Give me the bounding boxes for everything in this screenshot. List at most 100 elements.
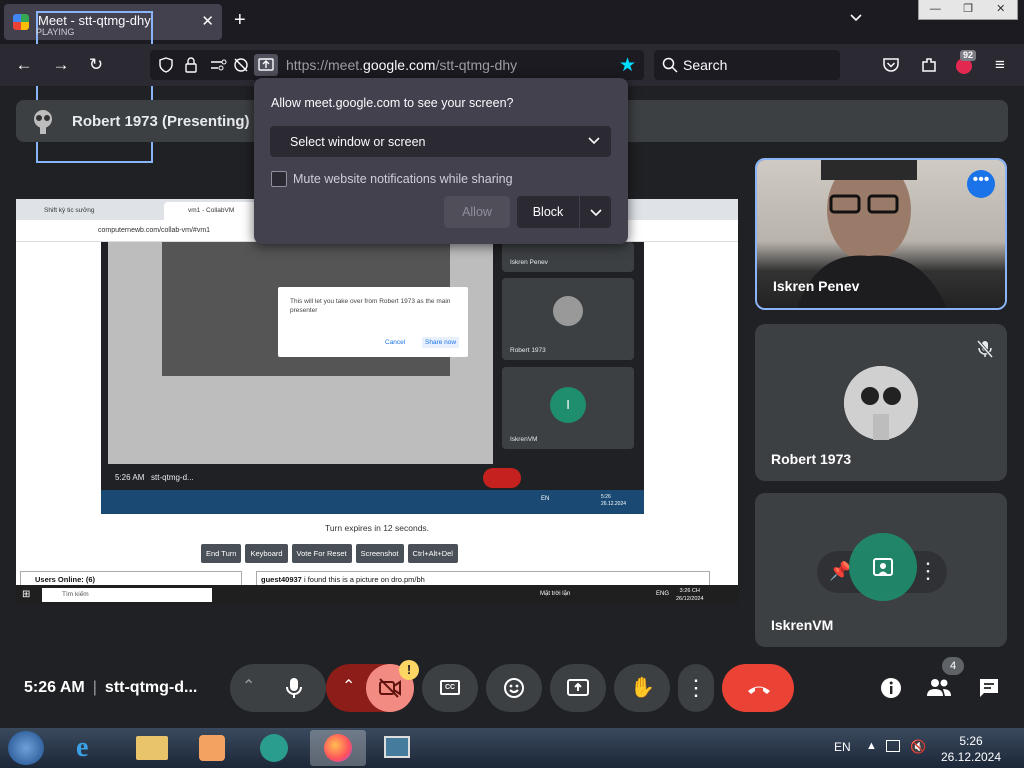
ctrl-alt-del-button: Ctrl+Alt+Del xyxy=(407,544,458,563)
close-tab-icon[interactable]: ✕ xyxy=(201,12,214,30)
media-player-icon[interactable] xyxy=(188,730,236,766)
meeting-info: 5:26 AM | stt-qtmg-d... xyxy=(24,679,198,696)
more-vert-icon: ⋮ xyxy=(685,675,707,700)
back-icon[interactable]: ← xyxy=(14,55,34,75)
block-button[interactable]: Block xyxy=(517,196,579,228)
captions-button[interactable]: CC xyxy=(422,664,478,712)
visual-effects-icon[interactable] xyxy=(871,555,895,579)
vm-time: 5:26 AM stt-qtmg-d... xyxy=(115,473,194,482)
extensions-icon[interactable] xyxy=(920,56,938,74)
shared-url: computernewb.com/collab-vm/#vm1 xyxy=(98,227,211,234)
select-value: Select window or screen xyxy=(290,135,426,149)
start-button[interactable] xyxy=(8,731,44,765)
file-explorer-icon[interactable] xyxy=(128,730,176,766)
keyboard-button: Keyboard xyxy=(245,544,288,563)
window-close-icon[interactable]: ✕ xyxy=(984,0,1017,19)
pocket-icon[interactable] xyxy=(882,57,900,73)
mute-notifications-label[interactable]: Mute website notifications while sharing xyxy=(293,172,513,186)
participant-name: Iskren Penev xyxy=(773,278,860,294)
shared-windows-logo-icon: ⊞ xyxy=(22,589,31,600)
lock-icon[interactable] xyxy=(184,57,198,73)
more-options-button[interactable]: ••• xyxy=(967,170,995,198)
url-bar[interactable]: https://meet.google.com/stt-qtmg-dhy ★ xyxy=(150,50,644,80)
clock-date: 26.12.2024 xyxy=(940,750,1002,764)
search-box[interactable]: Search xyxy=(654,50,840,80)
shared-clock: 3:26 CH 26/12/2024 xyxy=(676,588,704,602)
extension-badge: 92 xyxy=(960,50,977,61)
shared-windows-taskbar: ⊞ Tìm kiếm Mặt trời lặn ENG 3:26 CH 26/1… xyxy=(16,585,738,605)
bookmark-star-icon[interactable]: ★ xyxy=(619,54,636,77)
participant-tile-iskren-penev[interactable]: ••• Iskren Penev xyxy=(755,158,1007,310)
mic-off-icon xyxy=(977,340,993,358)
shared-tab-1: Shift kỳ tic sưởng xyxy=(44,207,95,214)
robert-avatar xyxy=(844,366,918,440)
allow-button[interactable]: Allow xyxy=(444,196,510,228)
permissions-icon[interactable] xyxy=(210,58,228,72)
share-confirm-dialog: This will let you take over from Robert … xyxy=(278,287,468,357)
leave-call-button[interactable] xyxy=(722,664,794,712)
browser-tab-meet[interactable]: Meet - stt-qtmg-dhy PLAYING ✕ xyxy=(4,4,222,163)
camera-warning-badge: ! xyxy=(399,660,419,680)
reactions-button[interactable] xyxy=(486,664,542,712)
chevron-down-icon xyxy=(588,137,600,145)
internet-explorer-icon[interactable]: e xyxy=(66,730,114,766)
end-call-icon xyxy=(748,686,770,694)
shared-weather: Mặt trời lặn xyxy=(540,591,571,597)
volume-muted-icon[interactable]: 🔇 xyxy=(910,739,926,755)
chevron-down-icon xyxy=(590,209,602,217)
vm-end-call-button xyxy=(483,468,521,488)
more-options-button[interactable]: ⋮ xyxy=(678,664,714,712)
meet-control-bar: 5:26 AM | stt-qtmg-d... ⌃ ⌃ ! CC ✋ ⋮ 4 xyxy=(0,655,1024,727)
camera-blocked-icon[interactable] xyxy=(232,57,250,73)
hand-icon: ✋ xyxy=(630,677,655,699)
raise-hand-button[interactable]: ✋ xyxy=(614,664,670,712)
mute-notifications-checkbox[interactable] xyxy=(271,171,287,187)
vm-tile-iskren: Iskren Penev xyxy=(502,242,634,272)
window-select-dropdown[interactable]: Select window or screen xyxy=(270,126,611,157)
list-all-tabs-icon[interactable] xyxy=(848,10,864,26)
hamburger-menu-icon[interactable]: ≡ xyxy=(990,55,1010,75)
block-options-dropdown[interactable] xyxy=(580,196,611,228)
minimize-icon[interactable]: — xyxy=(919,0,952,19)
remote-desktop-icon[interactable] xyxy=(372,730,420,766)
presenter-label: Robert 1973 (Presenting) xyxy=(72,113,250,130)
more-vert-icon[interactable]: ⋮ xyxy=(917,558,939,584)
captions-icon: CC xyxy=(440,680,460,695)
shared-lang: ENG xyxy=(656,591,670,597)
dialog-cancel-button: Cancel xyxy=(385,339,406,346)
screen-share-request-icon[interactable] xyxy=(254,54,278,76)
show-hidden-icons-icon[interactable]: ▲ xyxy=(866,740,877,752)
firefox-icon[interactable] xyxy=(310,730,366,766)
present-icon xyxy=(567,679,589,696)
url-text: https://meet.google.com/stt-qtmg-dhy xyxy=(286,57,518,73)
info-icon[interactable] xyxy=(880,677,902,699)
presenter-avatar xyxy=(34,110,52,134)
present-screen-button[interactable] xyxy=(550,664,606,712)
turn-expires-text: Turn expires in 12 seconds. xyxy=(324,523,430,533)
taskbar-language[interactable]: EN xyxy=(834,740,851,754)
participant-name: Robert 1973 xyxy=(771,451,852,467)
windows-taskbar: e EN ▲ 🔇 5:26 26.12.2024 xyxy=(0,728,1024,768)
edge-icon[interactable] xyxy=(250,730,298,766)
new-tab-button[interactable]: + xyxy=(234,9,246,32)
vm-taskbar: EN 5:26 26.12.2024 xyxy=(101,490,644,514)
shared-screen: Shift kỳ tic sưởng vm1 - CollabVM comput… xyxy=(16,199,738,605)
microphone-icon[interactable] xyxy=(284,676,304,700)
taskbar-clock[interactable]: 5:26 26.12.2024 xyxy=(930,733,1012,765)
shared-search-box: Tìm kiếm xyxy=(42,588,212,602)
action-center-icon[interactable] xyxy=(886,740,900,752)
participant-tile-iskrenvm[interactable]: 📌 ⋮ IskrenVM xyxy=(755,493,1007,647)
reload-icon[interactable]: ↻ xyxy=(86,55,106,75)
audio-settings-chevron-icon[interactable]: ⌃ xyxy=(242,676,255,696)
participant-name: IskrenVM xyxy=(771,617,834,633)
shield-icon[interactable] xyxy=(158,57,174,73)
video-settings-chevron-icon[interactable]: ⌃ xyxy=(342,676,355,696)
chat-icon[interactable] xyxy=(978,677,1000,699)
vote-reset-button: Vote For Reset xyxy=(291,544,352,563)
pin-icon[interactable]: 📌 xyxy=(829,561,851,582)
participant-tile-robert-1973[interactable]: Robert 1973 xyxy=(755,324,1007,481)
people-icon[interactable] xyxy=(926,677,952,697)
end-turn-button: End Turn xyxy=(201,544,242,563)
forward-icon[interactable]: → xyxy=(51,55,71,75)
maximize-icon[interactable]: ❐ xyxy=(952,0,985,19)
